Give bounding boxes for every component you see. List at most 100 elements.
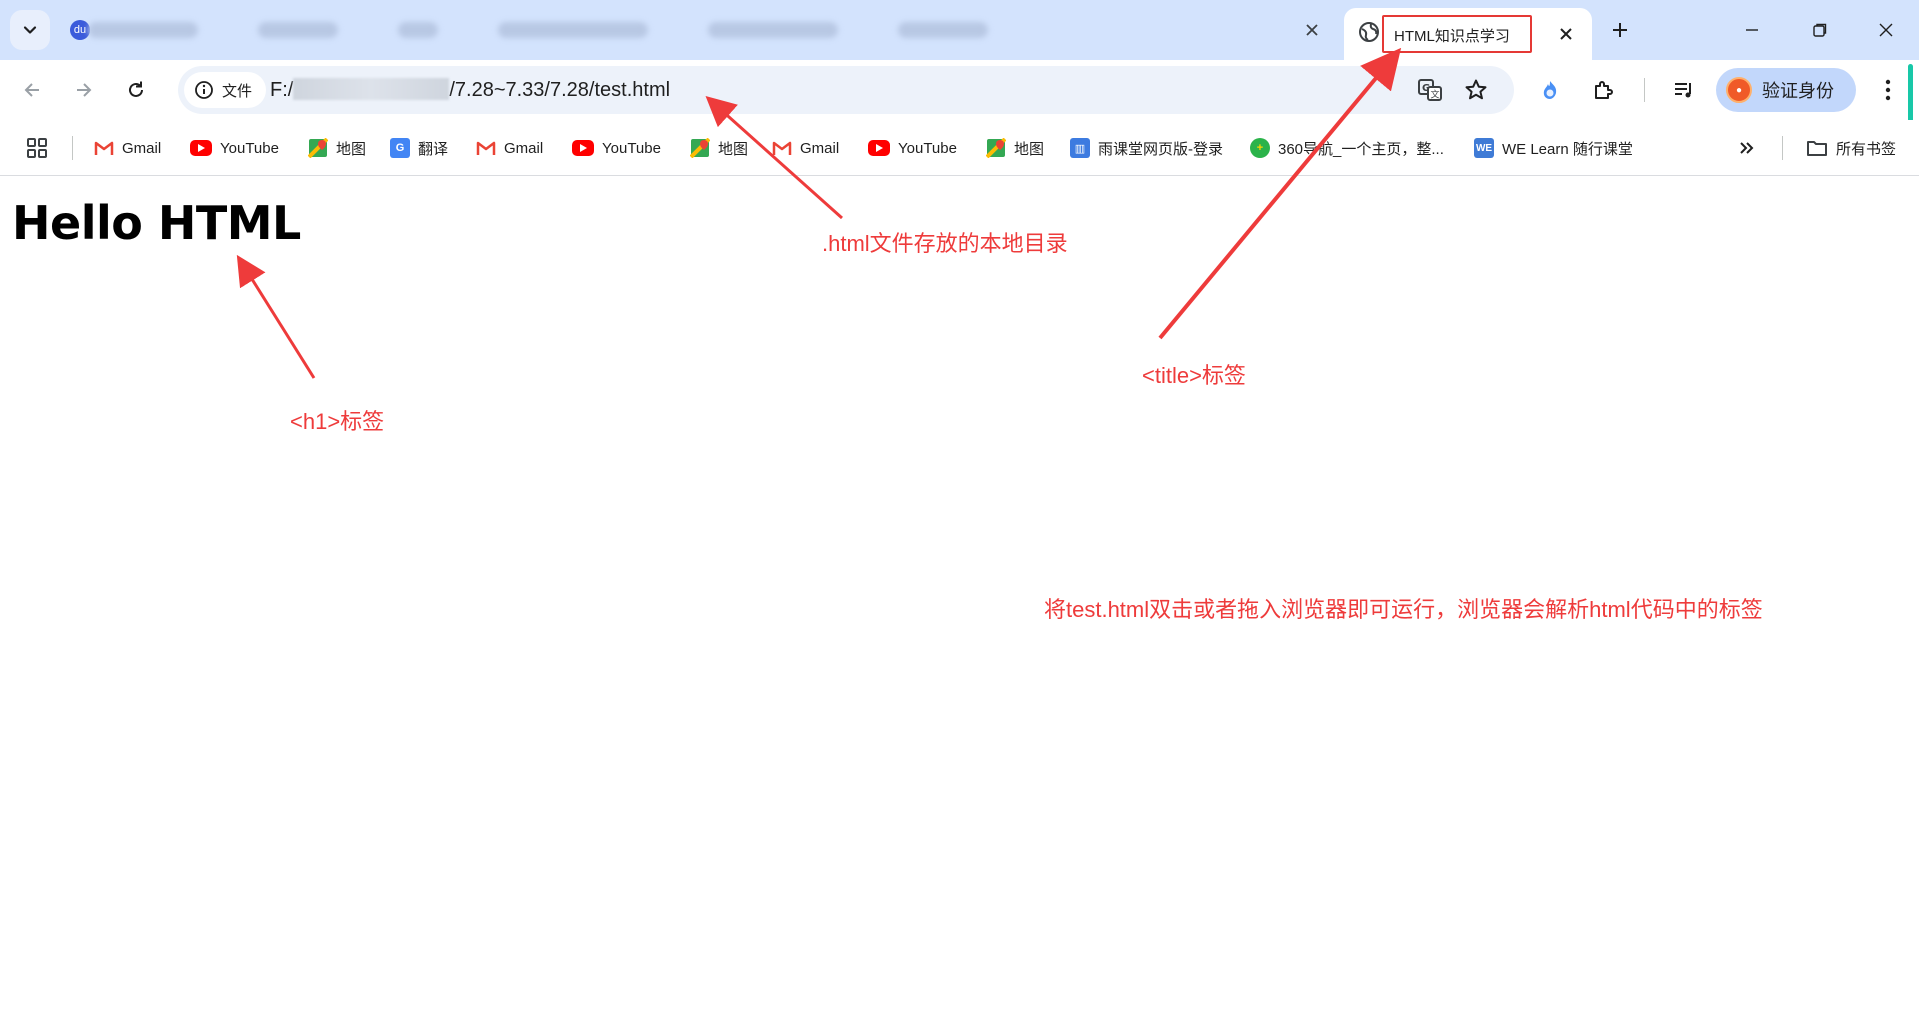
page-heading: Hello HTML [12,196,301,250]
tab-strip: du HTML知识点学习 [0,0,1919,60]
close-icon [1560,28,1572,40]
extensions-menu-button[interactable] [1586,72,1622,108]
bookmark-label: YouTube [898,139,957,157]
bookmark-label: Gmail [122,139,162,157]
profile-label: 验证身份 [1762,81,1834,101]
url-prefix: F:/ [270,79,294,101]
run-annotation: 将test.html双击或者拖入浏览器即可运行，浏览器会解析html代码中的标签 [1044,597,1763,622]
globe-icon [1359,22,1379,42]
bookmark-label: YouTube [220,139,279,157]
bookmark-item[interactable]: ▥ 雨课堂网页版-登录 [1070,134,1223,162]
url-redacted-segment [293,78,450,100]
profile-button[interactable]: ● 验证身份 [1716,68,1856,112]
bookmarks-bar: Gmail YouTube 地图 G 翻译 Gmail YouTube 地图 G [0,120,1919,176]
youtube-icon [868,140,890,156]
minimize-button[interactable] [1732,12,1772,48]
gmail-icon [476,138,496,158]
bookmark-item[interactable]: YouTube [190,134,279,162]
bookmark-item[interactable]: Gmail [476,134,543,162]
welearn-icon: WE [1474,138,1494,158]
arrow-to-h1 [236,254,316,379]
bookmark-label: 360导航_一个主页，整... [1278,140,1444,158]
reload-icon [129,81,143,97]
bookmark-item[interactable]: Gmail [772,134,839,162]
avatar: ● [1726,77,1752,103]
close-icon [1306,24,1318,36]
blurred-inactive-tabs[interactable] [64,10,1324,50]
close-icon [1879,23,1893,37]
gmail-icon [772,138,792,158]
bookmark-label: 地图 [336,140,367,158]
restore-button[interactable] [1800,12,1840,48]
bookmark-label: 翻译 [418,140,449,158]
extension-button[interactable] [1532,72,1568,108]
chrome-menu-button[interactable] [1870,72,1906,108]
bookmarks-divider [72,136,73,160]
more-vertical-icon [1885,79,1891,101]
flame-extension-icon [1543,81,1557,99]
reload-button[interactable] [118,72,154,108]
bookmark-item[interactable]: YouTube [572,134,661,162]
toolbar-divider [1644,78,1645,102]
bookmark-item[interactable]: + 360导航_一个主页，整... [1250,134,1444,162]
svg-text:文: 文 [1431,89,1440,101]
bookmark-item[interactable]: YouTube [868,134,957,162]
maps-icon [308,138,328,158]
all-bookmarks-button[interactable]: 所有书签 [1806,134,1896,162]
bookmark-item[interactable]: WE WE Learn 随行课堂 [1474,134,1633,162]
back-button[interactable] [14,72,50,108]
site-info-label: 文件 [222,82,253,100]
address-bar[interactable]: 文件 F:/ /7.28~7.33/7.28/test.html G 文 [178,66,1514,114]
puzzle-icon [1595,81,1613,99]
apps-button[interactable] [26,134,48,162]
arrow-right-icon [77,83,92,97]
media-control-button[interactable] [1666,72,1702,108]
bookmark-item[interactable]: G 翻译 [390,134,448,162]
bookmark-label: WE Learn 随行课堂 [1502,140,1633,158]
gmail-icon [94,138,114,158]
maps-icon [690,138,710,158]
translate-page-button[interactable]: G 文 [1414,74,1446,106]
bookmark-label: Gmail [800,139,840,157]
chevron-double-right-icon [1740,142,1754,154]
bookmark-item[interactable]: 地图 [308,134,366,162]
chevron-down-icon [23,26,37,34]
arrow-left-icon [24,83,39,97]
apps-grid-icon [27,138,47,158]
toolbar: 文件 F:/ /7.28~7.33/7.28/test.html G 文 ● 验证… [0,60,1919,120]
site-info-button[interactable]: 文件 [184,72,266,108]
tab-search-button[interactable] [10,10,50,50]
bookmark-label: YouTube [602,139,661,157]
bookmark-label: 地图 [1014,140,1045,158]
url-suffix: /7.28~7.33/7.28/test.html [449,79,671,101]
bookmark-item[interactable]: Gmail [94,134,161,162]
360-icon: + [1250,138,1270,158]
bookmarks-overflow-button[interactable] [1738,134,1756,162]
active-tab-close-button[interactable] [1552,20,1580,48]
active-tab[interactable]: HTML知识点学习 [1344,8,1592,60]
title-annotation: <title>标签 [1142,363,1246,388]
active-tab-title: HTML知识点学习 [1382,15,1532,53]
translate-icon: G 文 [1418,79,1442,101]
url-text[interactable]: F:/ /7.28~7.33/7.28/test.html [270,78,670,102]
minimize-icon [1746,29,1758,31]
bookmark-item[interactable]: 地图 [986,134,1044,162]
inactive-tab-close-button[interactable] [1298,16,1326,44]
bookmarks-divider [1782,136,1783,160]
maps-icon [986,138,1006,158]
folder-icon [1807,141,1827,156]
new-tab-button[interactable] [1604,14,1636,46]
plus-icon [1613,23,1627,37]
youtube-icon [572,140,594,156]
forward-button[interactable] [66,72,102,108]
star-icon [1465,79,1487,100]
youtube-icon [190,140,212,156]
url-annotation: .html文件存放的本地目录 [822,231,1068,256]
bookmark-star-button[interactable] [1460,74,1492,106]
bookmark-item[interactable]: 地图 [690,134,748,162]
close-window-button[interactable] [1866,12,1906,48]
rain-classroom-icon: ▥ [1070,138,1090,158]
restore-icon [1813,23,1827,37]
all-bookmarks-label: 所有书签 [1836,140,1897,158]
browser-window: du HTML知识点学习 文件 F:/ /7.28~7.33/7.28/test… [0,0,1919,1035]
